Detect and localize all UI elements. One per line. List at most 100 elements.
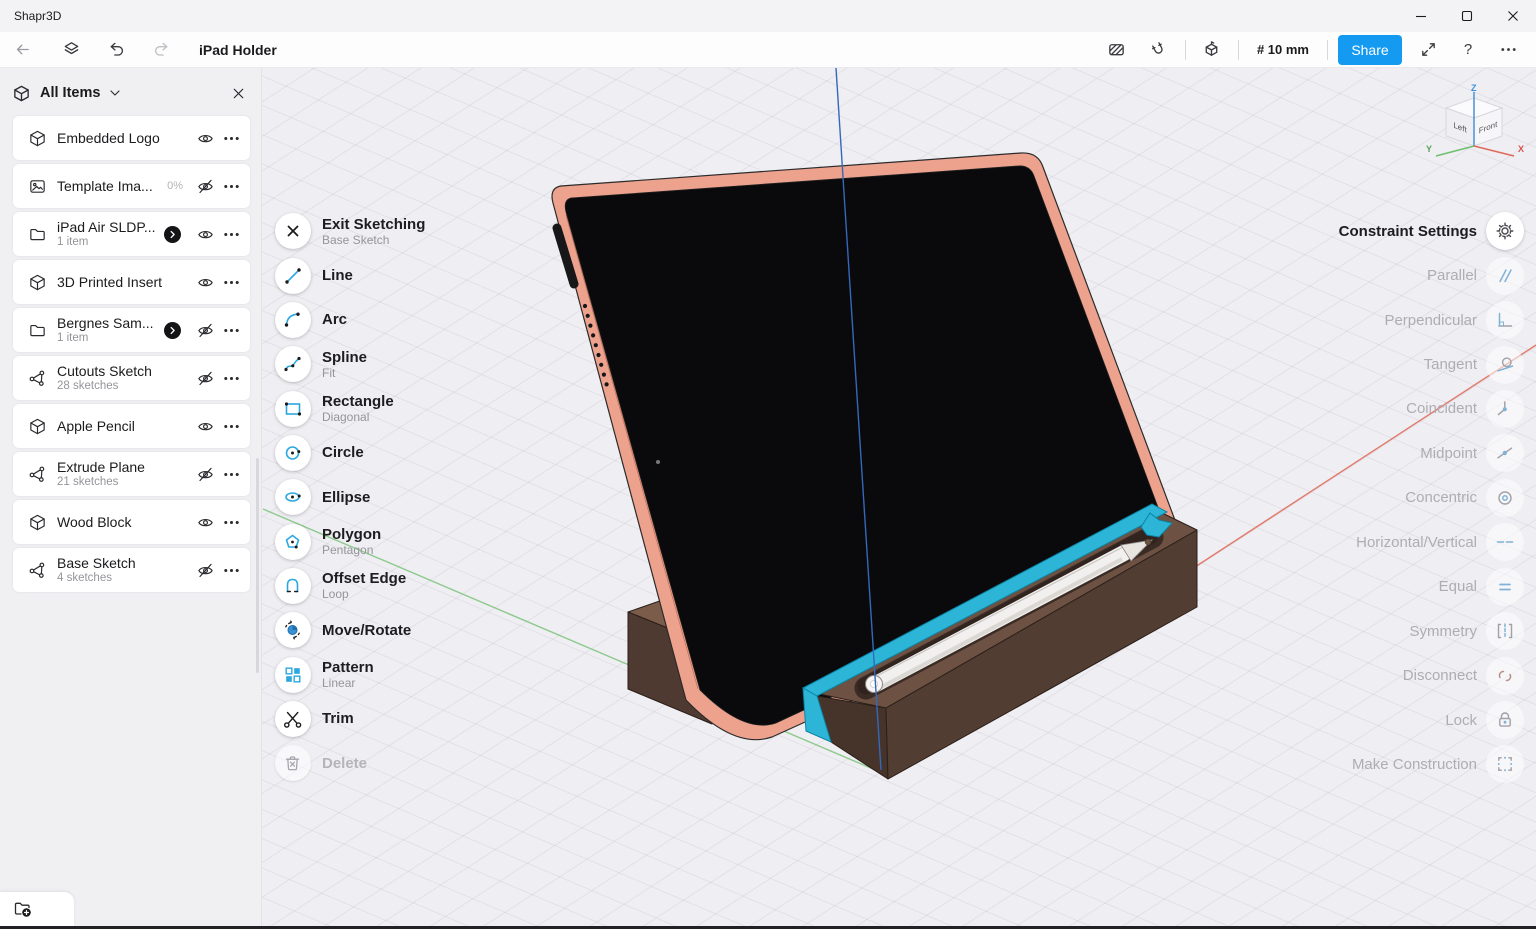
more-icon[interactable] xyxy=(218,221,244,247)
tool-offset-edge[interactable]: Offset Edge Loop xyxy=(275,564,425,608)
pattern-tool-icon[interactable] xyxy=(275,656,311,693)
more-icon[interactable] xyxy=(218,365,244,391)
layer-item-3d-printed-insert[interactable]: 3D Printed Insert xyxy=(13,260,250,304)
ellipse-tool-icon[interactable] xyxy=(275,479,311,516)
tool-arc[interactable]: Arc xyxy=(275,298,425,342)
tool-ellipse[interactable]: Ellipse xyxy=(275,475,425,519)
constraint-symmetry[interactable]: Symmetry xyxy=(1339,609,1524,653)
grid-size-value[interactable]: # 10 mm xyxy=(1249,42,1317,57)
constraint-horizontal-vertical[interactable]: Horizontal/Vertical xyxy=(1339,520,1524,564)
constraint-settings[interactable]: Constraint Settings xyxy=(1339,209,1524,253)
perpendicular-icon[interactable] xyxy=(1486,301,1524,340)
tool-exit-sketching[interactable]: Exit Sketching Base Sketch xyxy=(275,209,425,253)
orientation-button[interactable] xyxy=(1196,35,1228,65)
spline-tool-icon[interactable] xyxy=(275,346,311,383)
constraint-disconnect[interactable]: Disconnect xyxy=(1339,653,1524,697)
more-icon[interactable] xyxy=(218,317,244,343)
tool-trim[interactable]: Trim xyxy=(275,697,425,741)
constraint-perpendicular[interactable]: Perpendicular xyxy=(1339,298,1524,342)
midpoint-icon[interactable] xyxy=(1486,434,1524,473)
layer-item-ipad-air[interactable]: iPad Air SLDP... 1 item xyxy=(13,212,250,256)
layer-item-template-image[interactable]: Template Ima... 0% xyxy=(13,164,250,208)
make-construction-icon[interactable] xyxy=(1486,745,1524,784)
layer-item-base-sketch[interactable]: Base Sketch 4 sketches xyxy=(13,548,250,592)
tool-move-rotate[interactable]: Move/Rotate xyxy=(275,608,425,652)
close-button[interactable] xyxy=(1490,0,1536,32)
tool-rectangle[interactable]: Rectangle Diagonal xyxy=(275,386,425,430)
layer-item-cutouts-sketch[interactable]: Cutouts Sketch 28 sketches xyxy=(13,356,250,400)
more-icon[interactable] xyxy=(218,125,244,151)
delete-tool-icon[interactable] xyxy=(275,745,311,782)
polygon-tool-icon[interactable] xyxy=(275,523,311,560)
more-icon[interactable] xyxy=(218,461,244,487)
more-icon[interactable] xyxy=(218,173,244,199)
constraint-parallel[interactable]: Parallel xyxy=(1339,253,1524,297)
lock-icon[interactable] xyxy=(1486,701,1524,740)
coincident-icon[interactable] xyxy=(1486,389,1524,428)
layer-item-extrude-plane[interactable]: Extrude Plane 21 sketches xyxy=(13,452,250,496)
more-icon[interactable] xyxy=(218,557,244,583)
back-button[interactable] xyxy=(6,35,38,65)
symmetry-icon[interactable] xyxy=(1486,612,1524,651)
redo-button[interactable] xyxy=(145,35,177,65)
concentric-icon[interactable] xyxy=(1486,478,1524,517)
add-item-button[interactable] xyxy=(0,892,74,926)
sidebar-title[interactable]: All Items xyxy=(40,85,100,101)
constraint-midpoint[interactable]: Midpoint xyxy=(1339,431,1524,475)
maximize-button[interactable] xyxy=(1444,0,1490,32)
viewport-3d[interactable]: Z Y X Left Front Exit Sketching Base Sket… xyxy=(262,68,1536,926)
arc-tool-icon[interactable] xyxy=(275,301,311,338)
more-menu-button[interactable] xyxy=(1492,35,1524,65)
sidebar-close-button[interactable] xyxy=(225,80,251,106)
snapping-button[interactable] xyxy=(1143,35,1175,65)
fullscreen-button[interactable] xyxy=(1412,35,1444,65)
eye-off-icon[interactable] xyxy=(192,557,218,583)
sidebar-scrollbar[interactable] xyxy=(256,458,259,673)
tool-circle[interactable]: Circle xyxy=(275,431,425,475)
share-button[interactable]: Share xyxy=(1338,34,1402,65)
parallel-icon[interactable] xyxy=(1486,256,1524,295)
horizontal-vertical-icon[interactable] xyxy=(1486,523,1524,562)
tool-delete[interactable]: Delete xyxy=(275,741,425,785)
eye-icon[interactable] xyxy=(192,125,218,151)
chevron-down-icon[interactable] xyxy=(107,85,123,101)
view-orientation-cube[interactable]: Z Y X Left Front xyxy=(1422,84,1528,170)
move-rotate-tool-icon[interactable] xyxy=(275,612,311,649)
eye-off-icon[interactable] xyxy=(192,317,218,343)
eye-icon[interactable] xyxy=(192,269,218,295)
constraint-tangent[interactable]: Tangent xyxy=(1339,342,1524,386)
constraint-make-construction[interactable]: Make Construction xyxy=(1339,742,1524,786)
minimize-button[interactable] xyxy=(1398,0,1444,32)
constraint-coincident[interactable]: Coincident xyxy=(1339,387,1524,431)
more-icon[interactable] xyxy=(218,413,244,439)
tool-polygon[interactable]: Polygon Pentagon xyxy=(275,519,425,563)
layer-item-embedded-logo[interactable]: Embedded Logo xyxy=(13,116,250,160)
equal-icon[interactable] xyxy=(1486,567,1524,606)
eye-icon[interactable] xyxy=(192,413,218,439)
offset-edge-tool-icon[interactable] xyxy=(275,567,311,604)
exit-sketching-icon[interactable] xyxy=(275,213,311,250)
tangent-icon[interactable] xyxy=(1486,345,1524,384)
layer-item-bergnes-sample[interactable]: Bergnes Sam... 1 item xyxy=(13,308,250,352)
more-icon[interactable] xyxy=(218,269,244,295)
trim-tool-icon[interactable] xyxy=(275,700,311,737)
undo-button[interactable] xyxy=(100,35,132,65)
eye-off-icon[interactable] xyxy=(192,173,218,199)
eye-off-icon[interactable] xyxy=(192,365,218,391)
gear-icon[interactable] xyxy=(1486,212,1524,251)
more-icon[interactable] xyxy=(218,509,244,535)
line-tool-icon[interactable] xyxy=(275,257,311,294)
disconnect-icon[interactable] xyxy=(1486,656,1524,695)
constraint-equal[interactable]: Equal xyxy=(1339,565,1524,609)
layer-item-apple-pencil[interactable]: Apple Pencil xyxy=(13,404,250,448)
expand-folder-badge[interactable] xyxy=(164,321,181,339)
expand-folder-badge[interactable] xyxy=(164,225,181,243)
layer-item-wood-block[interactable]: Wood Block xyxy=(13,500,250,544)
tool-pattern[interactable]: Pattern Linear xyxy=(275,652,425,696)
opacity-value[interactable]: 0% xyxy=(167,180,183,192)
tool-spline[interactable]: Spline Fit xyxy=(275,342,425,386)
layers-button[interactable] xyxy=(55,35,87,65)
eye-off-icon[interactable] xyxy=(192,461,218,487)
constraint-concentric[interactable]: Concentric xyxy=(1339,476,1524,520)
eye-icon[interactable] xyxy=(192,221,218,247)
